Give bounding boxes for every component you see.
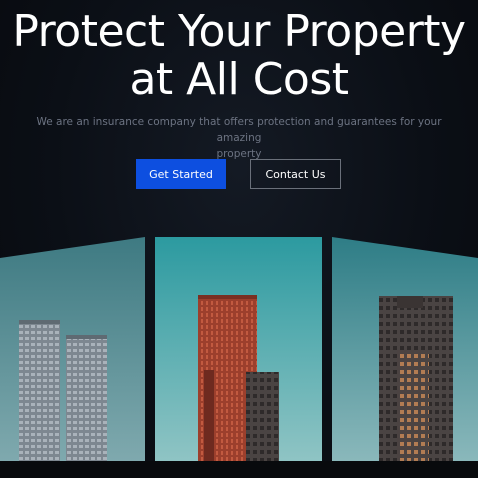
footer-strip bbox=[0, 461, 478, 478]
building-gallery bbox=[0, 237, 478, 461]
gallery-image-left bbox=[0, 237, 145, 461]
gallery-image-middle bbox=[155, 237, 322, 461]
gallery-image-right bbox=[332, 237, 478, 461]
